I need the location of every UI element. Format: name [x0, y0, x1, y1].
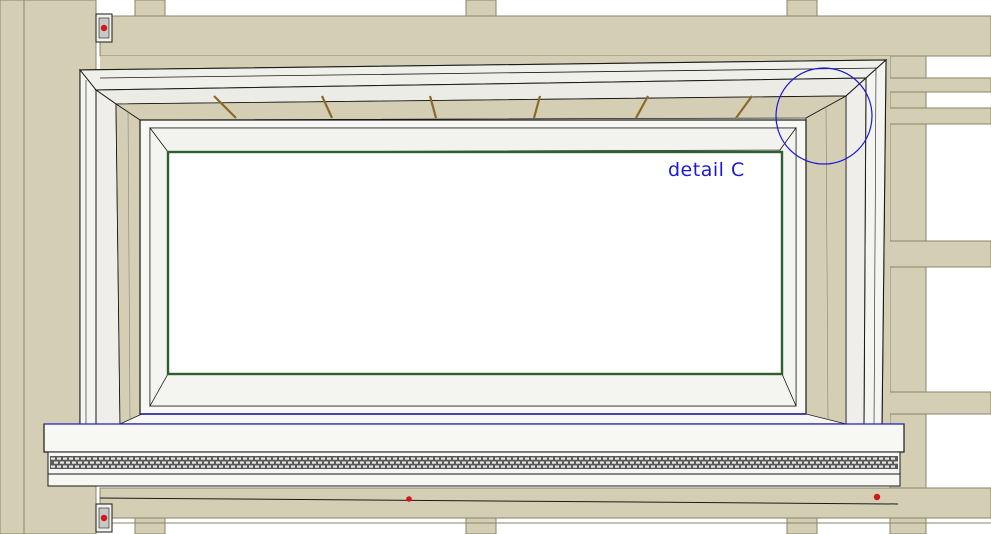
detail-callout-label: detail C — [668, 159, 745, 181]
window-frame-diagram — [0, 0, 991, 534]
right-nogging-4 — [883, 391, 991, 415]
stud-bottom-2 — [465, 517, 497, 534]
bracket-clip-icon — [95, 503, 113, 533]
right-nogging-2 — [883, 107, 991, 125]
glass-pane — [166, 150, 784, 376]
right-nogging-1 — [883, 77, 991, 93]
stud-bottom-3 — [786, 517, 818, 534]
stud-bottom-1 — [134, 517, 166, 534]
fastener-marker-icon — [406, 496, 412, 502]
bracket-clip-icon — [95, 13, 113, 43]
right-nogging-3 — [883, 240, 991, 268]
sill-plate — [99, 487, 991, 519]
fastener-marker-icon — [873, 493, 881, 501]
header-beam — [99, 15, 991, 57]
